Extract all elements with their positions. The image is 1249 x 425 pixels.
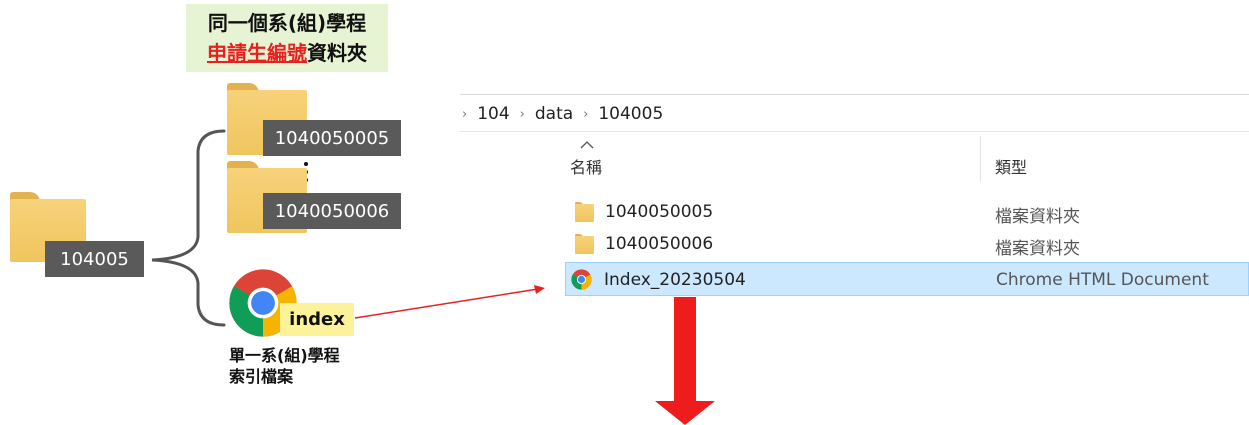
folder-word-text: 資料夾 — [307, 41, 367, 65]
breadcrumb-divider — [460, 131, 1249, 132]
breadcrumb-separator-icon: › — [462, 106, 468, 122]
breadcrumb-item-104005[interactable]: 104005 — [598, 104, 663, 124]
column-header-type[interactable]: 類型 — [995, 154, 1027, 178]
file-row-2[interactable]: 1040050006 檔案資料夾 — [565, 229, 1249, 260]
breadcrumb: › 104 › data › 104005 — [462, 100, 663, 128]
chrome-icon — [571, 269, 592, 290]
file-type: Chrome HTML Document — [996, 270, 1209, 290]
department-folder-label: 104005 — [45, 241, 144, 277]
file-name: 1040050005 — [605, 202, 714, 222]
file-row-1[interactable]: 1040050005 檔案資料夾 — [565, 197, 1249, 228]
breadcrumb-separator-icon: › — [519, 106, 525, 122]
subfolder-label-1: 1040050005 — [263, 120, 401, 156]
down-arrow-icon — [655, 297, 715, 425]
folder-icon — [575, 202, 594, 222]
file-type: 檔案資料夾 — [995, 207, 1080, 227]
index-caption-line-2: 索引檔案 — [229, 367, 294, 386]
file-row-3[interactable]: Index_20230504 Chrome HTML Document — [565, 262, 1249, 296]
explorer-top-border — [460, 94, 1249, 95]
file-name: 1040050006 — [605, 234, 714, 254]
folder-caption-box: 同一個系(組)學程 申請生編號資料夾 — [186, 4, 388, 72]
file-name: Index_20230504 — [604, 270, 746, 290]
index-file-caption: 單一系(組)學程 索引檔案 — [229, 345, 340, 387]
caption-line-2: 申請生編號資料夾 — [186, 38, 388, 68]
brace-connector — [151, 129, 226, 327]
breadcrumb-item-data[interactable]: data — [535, 104, 573, 124]
breadcrumb-separator-icon: › — [583, 106, 589, 122]
applicant-number-text: 申請生編號 — [207, 41, 307, 65]
subfolder-label-2: 1040050006 — [263, 193, 401, 229]
column-header-name[interactable]: 名稱 — [570, 154, 602, 178]
file-type: 檔案資料夾 — [995, 239, 1080, 259]
folder-icon — [575, 234, 594, 254]
connector-arrow — [354, 285, 545, 319]
index-caption-line-1: 單一系(組)學程 — [229, 346, 340, 365]
column-divider[interactable] — [980, 136, 981, 182]
breadcrumb-item-104[interactable]: 104 — [477, 104, 509, 124]
caption-line-1: 同一個系(組)學程 — [207, 11, 367, 35]
index-file-label: index — [280, 303, 354, 336]
sort-ascending-icon — [580, 141, 594, 149]
